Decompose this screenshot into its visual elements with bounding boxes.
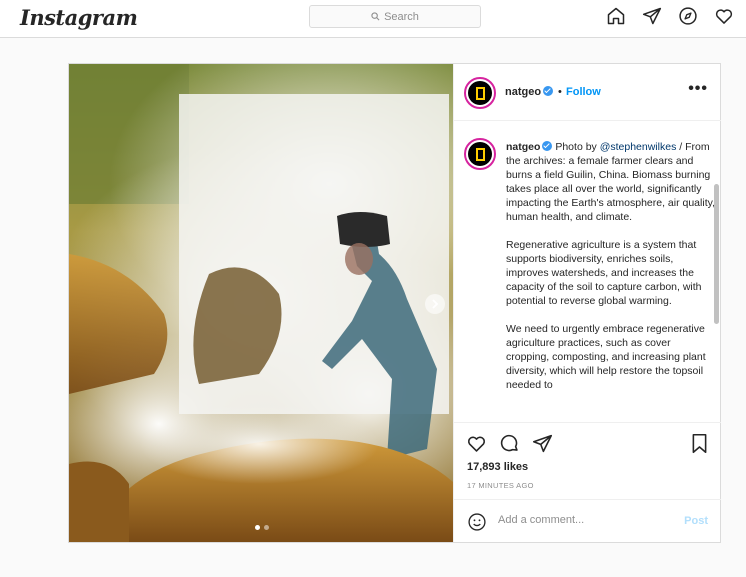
natgeo-logo-icon: [475, 86, 485, 100]
carousel-dot-active: [255, 525, 260, 530]
instagram-logo[interactable]: Instagram: [20, 5, 138, 30]
top-navigation: Instagram Search: [0, 0, 746, 38]
post-actions: 17,893 likes 17 MINUTES AGO Post: [454, 422, 721, 542]
follow-button[interactable]: Follow: [566, 86, 601, 98]
explore-icon[interactable]: [678, 6, 698, 26]
post-header: natgeo • Follow •••: [454, 64, 721, 121]
chevron-right-icon: [432, 299, 439, 309]
caption-paragraph-3: We need to urgently embrace regenerative…: [506, 323, 706, 391]
comment-bar: Post: [454, 499, 721, 543]
carousel-indicator: [255, 525, 269, 530]
post-card: natgeo • Follow ••• natgeo Photo by @ste…: [68, 63, 721, 543]
caption-lead: Photo by: [552, 141, 600, 153]
caption-avatar[interactable]: [464, 138, 496, 170]
heart-icon[interactable]: [714, 6, 734, 26]
post-author-username[interactable]: natgeo: [505, 86, 554, 98]
verified-badge-icon: [543, 86, 554, 96]
bookmark-icon[interactable]: [690, 433, 709, 454]
carousel-dot: [264, 525, 269, 530]
caption-paragraph-2: Regenerative agriculture is a system tha…: [506, 239, 702, 307]
verified-badge-icon: [542, 141, 553, 151]
caption-username[interactable]: natgeo: [506, 141, 540, 153]
caption-area: natgeo Photo by @stephenwilkes / From th…: [454, 122, 721, 422]
post-timestamp[interactable]: 17 MINUTES AGO: [467, 481, 534, 490]
emoji-icon[interactable]: [467, 512, 487, 532]
post-comment-button[interactable]: Post: [684, 515, 708, 527]
home-icon[interactable]: [606, 6, 626, 26]
caption-paragraph-1: / From the archives: a female farmer cle…: [506, 141, 715, 223]
comment-icon[interactable]: [499, 433, 520, 454]
photo-farmer-burning-field: [69, 64, 453, 542]
share-icon[interactable]: [532, 433, 553, 454]
search-box[interactable]: Search: [309, 5, 481, 28]
more-options-icon[interactable]: •••: [688, 80, 708, 98]
avatar[interactable]: [464, 77, 496, 109]
likes-count[interactable]: 17,893 likes: [467, 461, 528, 473]
caption-text: natgeo Photo by @stephenwilkes / From th…: [506, 140, 716, 406]
post-photo[interactable]: [69, 64, 453, 542]
separator-dot: •: [558, 86, 562, 98]
natgeo-logo-icon: [475, 147, 485, 161]
like-heart-icon[interactable]: [466, 433, 487, 454]
mention-link[interactable]: @stephenwilkes: [600, 141, 677, 153]
comment-input[interactable]: [498, 514, 678, 526]
post-side-panel: natgeo • Follow ••• natgeo Photo by @ste…: [453, 64, 721, 542]
direct-icon[interactable]: [642, 6, 662, 26]
carousel-next-button[interactable]: [425, 294, 445, 314]
nav-icons: [606, 6, 734, 26]
caption-scrollbar[interactable]: [714, 184, 719, 324]
search-icon: [371, 12, 380, 21]
search-placeholder: Search: [384, 10, 419, 23]
